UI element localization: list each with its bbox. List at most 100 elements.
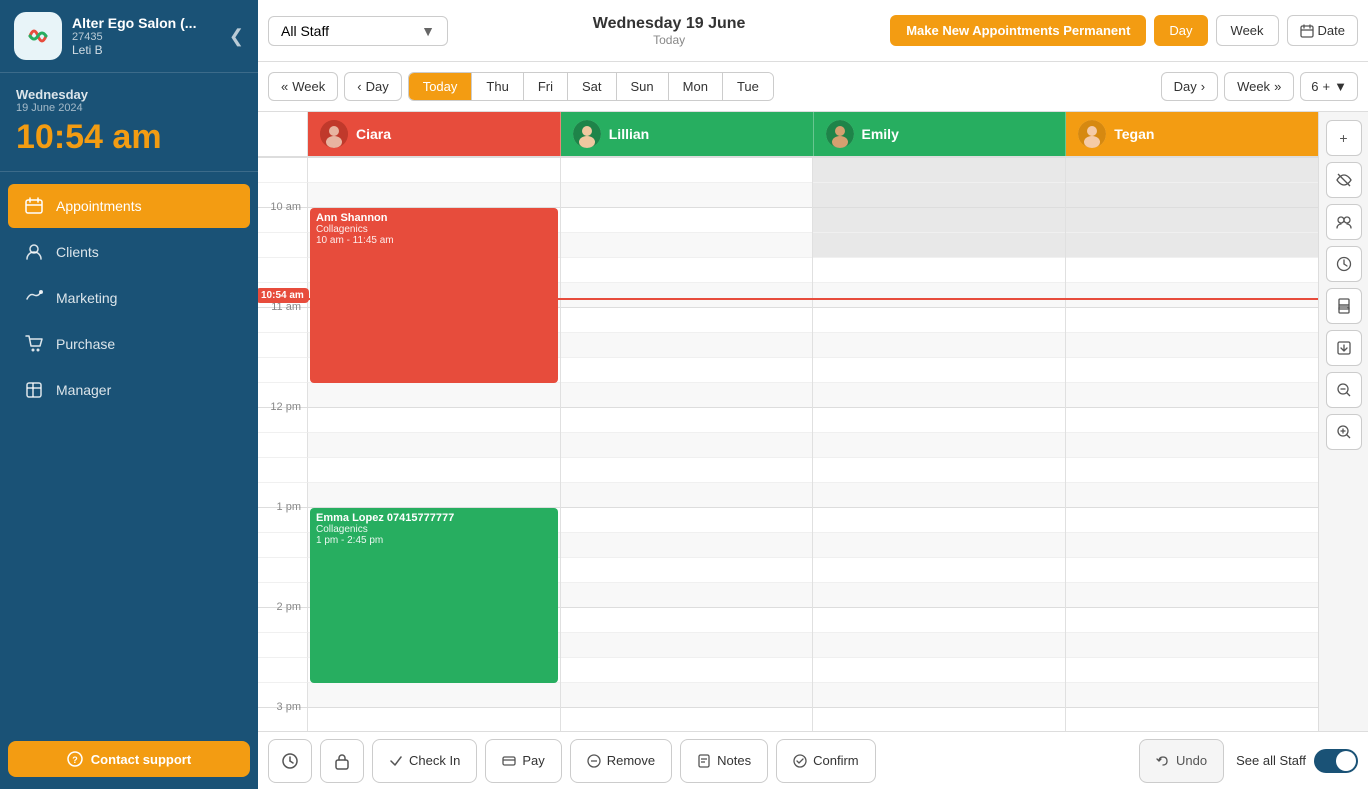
time-slot[interactable] xyxy=(1066,183,1319,208)
time-slot[interactable] xyxy=(813,583,1065,608)
time-slot[interactable] xyxy=(813,408,1065,433)
tab-sun[interactable]: Sun xyxy=(617,73,669,100)
time-slot[interactable] xyxy=(1066,458,1319,483)
time-slot[interactable] xyxy=(308,683,560,708)
time-slot[interactable] xyxy=(1066,633,1319,658)
staff-select[interactable]: All Staff ▼ xyxy=(268,16,448,46)
appointment[interactable]: Ann ShannonCollagenics10 am - 11:45 am xyxy=(310,208,558,383)
time-slot[interactable] xyxy=(1066,283,1319,308)
time-slot[interactable] xyxy=(1066,608,1319,633)
time-slot[interactable] xyxy=(813,333,1065,358)
time-slot[interactable] xyxy=(308,183,560,208)
time-slot[interactable] xyxy=(561,583,813,608)
time-slot[interactable] xyxy=(813,433,1065,458)
see-all-staff-toggle[interactable] xyxy=(1314,749,1358,773)
time-slot[interactable] xyxy=(561,633,813,658)
time-slot[interactable] xyxy=(813,183,1065,208)
time-slot[interactable] xyxy=(1066,508,1319,533)
sidebar-item-manager[interactable]: Manager xyxy=(8,368,250,412)
nav-week-fwd-button[interactable]: Week » xyxy=(1224,72,1294,101)
time-slot[interactable] xyxy=(813,383,1065,408)
time-slot[interactable] xyxy=(813,208,1065,233)
time-slot[interactable] xyxy=(561,483,813,508)
time-slot[interactable] xyxy=(561,158,813,183)
time-slot[interactable] xyxy=(561,533,813,558)
time-slot[interactable] xyxy=(561,683,813,708)
time-slot[interactable] xyxy=(1066,708,1319,731)
time-slot[interactable] xyxy=(813,458,1065,483)
tab-sat[interactable]: Sat xyxy=(568,73,617,100)
time-slot[interactable] xyxy=(1066,383,1319,408)
time-slot[interactable] xyxy=(308,158,560,183)
time-slot[interactable] xyxy=(1066,233,1319,258)
time-slot[interactable] xyxy=(813,308,1065,333)
tab-tue[interactable]: Tue xyxy=(723,73,773,100)
time-slot[interactable] xyxy=(1066,583,1319,608)
zoom-in-button[interactable] xyxy=(1326,414,1362,450)
remove-button[interactable]: Remove xyxy=(570,739,672,783)
sidebar-item-appointments[interactable]: Appointments xyxy=(8,184,250,228)
make-permanent-button[interactable]: Make New Appointments Permanent xyxy=(890,15,1146,46)
time-slot[interactable] xyxy=(561,408,813,433)
time-slot[interactable] xyxy=(561,258,813,283)
time-slot[interactable] xyxy=(1066,533,1319,558)
time-slot[interactable] xyxy=(308,383,560,408)
time-slot[interactable] xyxy=(308,408,560,433)
sidebar-item-clients[interactable]: Clients xyxy=(8,230,250,274)
lock-icon-button[interactable] xyxy=(320,739,364,783)
time-slot[interactable] xyxy=(813,533,1065,558)
tab-fri[interactable]: Fri xyxy=(524,73,568,100)
add-button[interactable]: + xyxy=(1326,120,1362,156)
time-slot[interactable] xyxy=(1066,408,1319,433)
nav-week-back-button[interactable]: « Week xyxy=(268,72,338,101)
time-slot[interactable] xyxy=(1066,483,1319,508)
undo-button[interactable]: Undo xyxy=(1139,739,1224,783)
sidebar-item-purchase[interactable]: Purchase xyxy=(8,322,250,366)
time-slot[interactable] xyxy=(561,558,813,583)
time-slot[interactable] xyxy=(561,458,813,483)
time-slot[interactable] xyxy=(1066,333,1319,358)
pay-button[interactable]: Pay xyxy=(485,739,561,783)
view-week-button[interactable]: Week xyxy=(1216,15,1279,46)
group-button[interactable] xyxy=(1326,204,1362,240)
export-button[interactable] xyxy=(1326,330,1362,366)
zoom-out-button[interactable] xyxy=(1326,372,1362,408)
tab-today[interactable]: Today xyxy=(409,73,473,100)
time-slot[interactable] xyxy=(813,708,1065,731)
check-in-button[interactable]: Check In xyxy=(372,739,477,783)
time-slot[interactable] xyxy=(1066,308,1319,333)
time-slot[interactable] xyxy=(561,183,813,208)
time-slot[interactable] xyxy=(308,483,560,508)
tab-thu[interactable]: Thu xyxy=(472,73,523,100)
time-slot[interactable] xyxy=(1066,433,1319,458)
sidebar-item-marketing[interactable]: Marketing xyxy=(8,276,250,320)
time-slot[interactable] xyxy=(561,283,813,308)
time-slot[interactable] xyxy=(561,383,813,408)
time-slot[interactable] xyxy=(561,358,813,383)
nav-day-back-button[interactable]: ‹ Day xyxy=(344,72,401,101)
print-button[interactable] xyxy=(1326,288,1362,324)
time-slot[interactable] xyxy=(1066,683,1319,708)
tab-mon[interactable]: Mon xyxy=(669,73,723,100)
clock-button[interactable] xyxy=(1326,246,1362,282)
view-day-button[interactable]: Day xyxy=(1154,15,1207,46)
notes-button[interactable]: Notes xyxy=(680,739,768,783)
time-slot[interactable] xyxy=(813,358,1065,383)
time-slot[interactable] xyxy=(1066,208,1319,233)
time-slot[interactable] xyxy=(561,708,813,731)
time-slot[interactable] xyxy=(813,508,1065,533)
time-slot[interactable] xyxy=(1066,658,1319,683)
contact-support-button[interactable]: ? Contact support xyxy=(8,741,250,777)
time-slot[interactable] xyxy=(561,233,813,258)
time-slot[interactable] xyxy=(813,283,1065,308)
time-slot[interactable] xyxy=(561,333,813,358)
confirm-button[interactable]: Confirm xyxy=(776,739,876,783)
time-slot[interactable] xyxy=(813,483,1065,508)
time-slot[interactable] xyxy=(308,708,560,731)
time-slot[interactable] xyxy=(561,508,813,533)
time-slot[interactable] xyxy=(813,658,1065,683)
time-slot[interactable] xyxy=(561,608,813,633)
date-button[interactable]: Date xyxy=(1287,15,1358,46)
time-slot[interactable] xyxy=(561,433,813,458)
nav-day-fwd-button[interactable]: Day › xyxy=(1161,72,1218,101)
